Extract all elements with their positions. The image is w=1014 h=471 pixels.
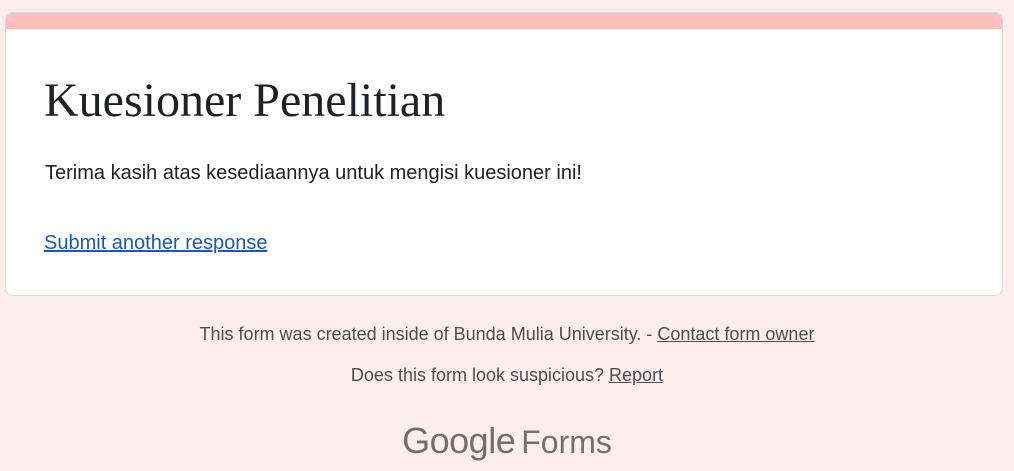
footer-created-text: This form was created inside of Bunda Mu… <box>199 324 658 344</box>
google-forms-logo[interactable]: Google Forms <box>0 419 1014 471</box>
google-wordmark: Google <box>402 420 516 461</box>
forms-wordmark: Forms <box>521 424 612 460</box>
card-accent-bar <box>6 13 1002 29</box>
footer-created-line: This form was created inside of Bunda Mu… <box>0 323 1014 345</box>
footer-suspicious-text: Does this form look suspicious? <box>350 365 610 385</box>
form-title: Kuesioner Penelitian <box>44 74 446 127</box>
submit-another-response-link[interactable]: Submit another response <box>44 231 267 255</box>
footer-suspicious-line: Does this form look suspicious? Report <box>0 364 1014 386</box>
contact-form-owner-link[interactable]: Contact form owner <box>657 324 814 344</box>
form-card: Kuesioner Penelitian Terima kasih atas k… <box>5 12 1003 296</box>
report-link[interactable]: Report <box>609 365 663 385</box>
confirmation-message: Terima kasih atas kesediaannya untuk men… <box>45 162 582 184</box>
